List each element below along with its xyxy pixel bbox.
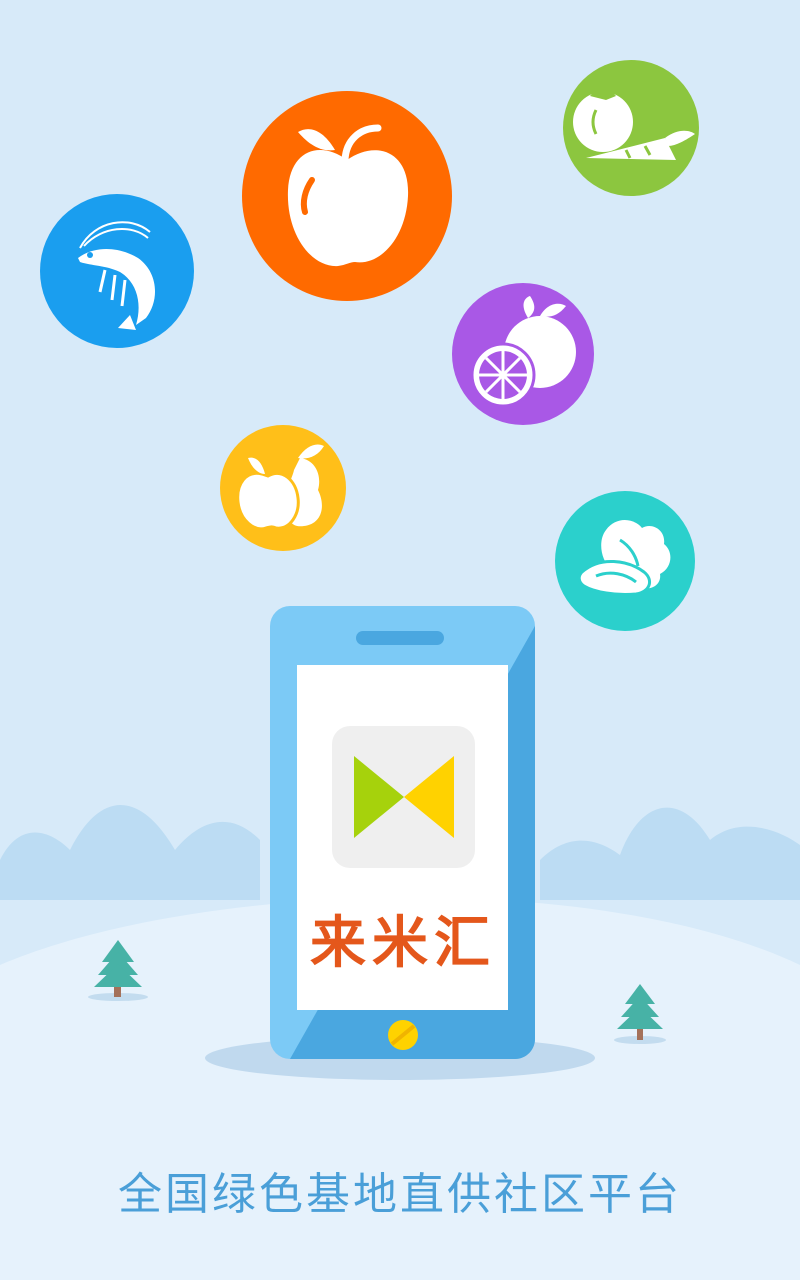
splash-screen: 来米汇 全国绿色基地直供社区平台 bbox=[0, 0, 800, 1280]
app-brand-name: 来米汇 bbox=[310, 911, 496, 976]
tagline-text: 全国绿色基地直供社区平台 bbox=[118, 1169, 682, 1220]
app-logo-icon bbox=[332, 726, 475, 868]
